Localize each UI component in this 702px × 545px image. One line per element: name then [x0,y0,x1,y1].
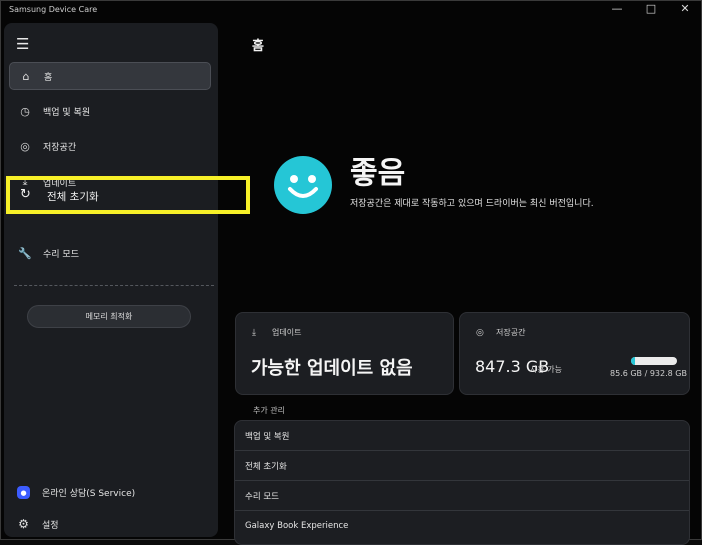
sidebar-item-label: 저장공간 [43,142,77,153]
backup-icon: ◷ [20,104,30,118]
extra-management-list: 백업 및 복원 전체 초기화 수리 모드 Galaxy Book Experie… [234,420,690,545]
sidebar-item-label: 전체 초기화 [47,191,99,203]
list-item-backup[interactable]: 백업 및 복원 [235,421,689,451]
window-title: Samsung Device Care [9,5,98,14]
update-status-value: 가능한 업데이트 없음 [251,358,413,379]
sidebar-item-online-support[interactable]: ● 온라인 상담(S Service) [17,486,135,499]
sidebar: ☰ ⌂ 홈 ◷ 백업 및 복원 ◎ 저장공간 ⤓ 업데이트 🔧 수리 모드 메모… [4,23,218,537]
sidebar-divider [14,285,214,286]
sidebar-item-home[interactable]: ⌂ 홈 [9,62,211,90]
close-icon[interactable]: ✕ [677,2,693,15]
storage-free-unit: 사용 가능 [530,365,562,374]
minimize-icon[interactable]: — [609,2,625,15]
sidebar-item-factory-reset[interactable]: ↻ 전체 초기화 [6,176,250,214]
storage-card-header: ◎ 저장공간 [476,327,525,338]
maximize-icon[interactable]: □ [643,2,659,15]
wrench-icon: 🔧 [18,246,32,260]
sidebar-item-label: 수리 모드 [43,249,79,260]
list-item-label: 수리 모드 [245,491,279,502]
smiley-status-icon [274,156,332,214]
storage-icon: ◎ [476,327,484,338]
app-window: Samsung Device Care — □ ✕ ☰ ⌂ 홈 ◷ 백업 및 복… [0,0,702,545]
update-card[interactable]: ⤓ 업데이트 가능한 업데이트 없음 [235,312,454,395]
list-item-label: 백업 및 복원 [245,431,290,442]
storage-icon: ◎ [20,139,30,153]
window-controls: — □ ✕ [609,2,693,15]
reset-icon: ↻ [20,187,31,202]
list-item-repair-mode[interactable]: 수리 모드 [235,481,689,511]
sidebar-item-backup[interactable]: ◷ 백업 및 복원 [9,97,211,125]
title-bar: Samsung Device Care — □ ✕ [1,1,701,21]
storage-usage-detail: 85.6 GB / 932.8 GB [610,369,687,378]
storage-usage-bar [631,357,677,365]
chat-icon: ● [17,486,30,499]
sidebar-item-label: 설정 [42,520,59,531]
storage-card-label: 저장공간 [496,328,526,337]
hamburger-menu-icon[interactable]: ☰ [16,35,29,53]
list-item-factory-reset[interactable]: 전체 초기화 [235,451,689,481]
sidebar-item-settings[interactable]: ⚙ 설정 [17,517,59,531]
home-icon: ⌂ [22,69,30,83]
memory-optimize-button[interactable]: 메모리 최적화 [27,305,191,328]
sidebar-item-label: 홈 [44,72,53,83]
page-title: 홈 [252,39,264,54]
list-item-galaxy-book-experience[interactable]: Galaxy Book Experience [235,511,689,541]
status-title: 좋음 [350,156,406,191]
update-card-header: ⤓ 업데이트 [252,327,301,338]
sidebar-item-label: 백업 및 복원 [43,107,91,118]
gear-icon: ⚙ [18,517,29,531]
list-item-label: Galaxy Book Experience [245,521,349,531]
status-description: 저장공간은 제대로 작동하고 있으며 드라이버는 최신 버전입니다. [350,199,594,209]
sidebar-item-storage[interactable]: ◎ 저장공간 [9,132,211,160]
list-item-label: 전체 초기화 [245,461,287,472]
storage-card[interactable]: ◎ 저장공간 847.3 GB 사용 가능 85.6 GB / 932.8 GB [459,312,690,395]
extra-management-title: 추가 관리 [253,406,285,415]
sidebar-item-repair-mode[interactable]: 🔧 수리 모드 [9,239,211,267]
download-icon: ⤓ [252,327,256,338]
storage-usage-fill [631,357,636,365]
sidebar-item-label: 온라인 상담(S Service) [42,489,136,499]
update-card-label: 업데이트 [272,328,302,337]
